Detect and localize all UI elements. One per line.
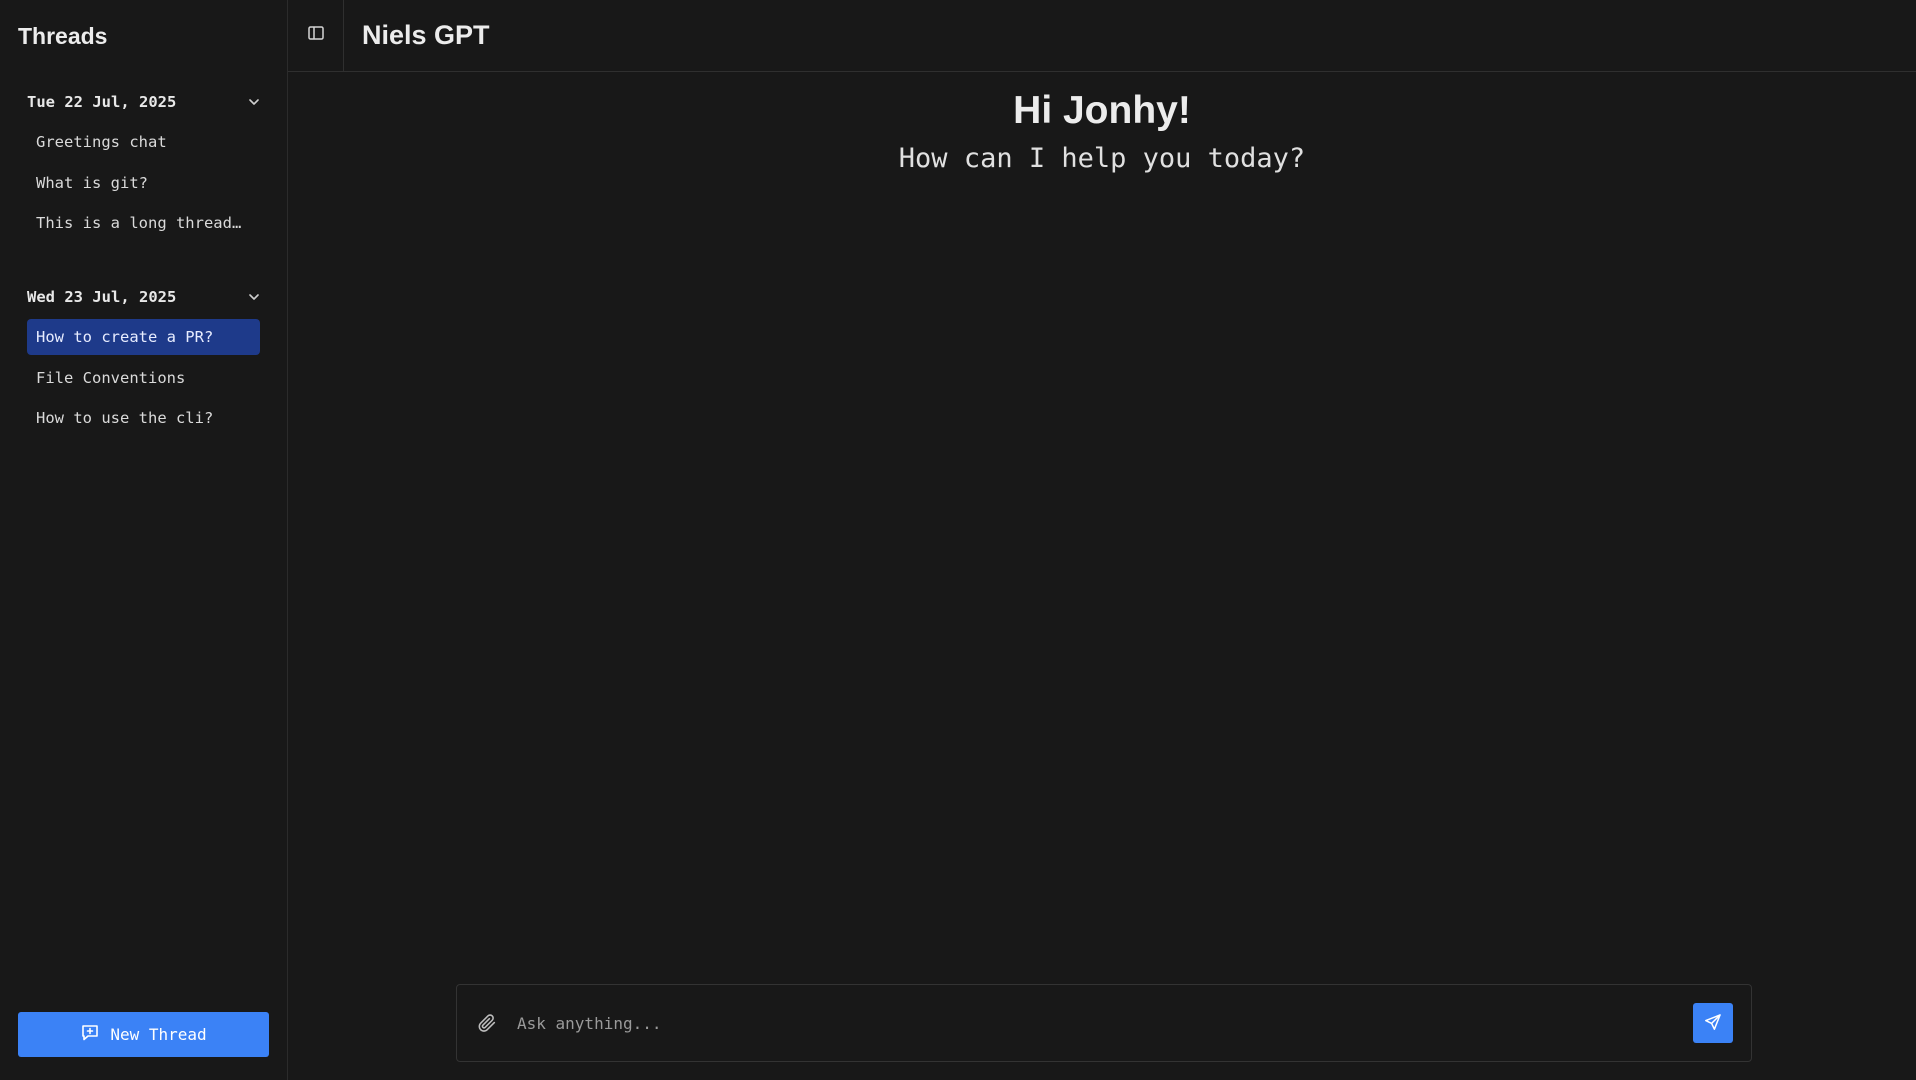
message-input[interactable]	[515, 1003, 1693, 1043]
chevron-down-icon[interactable]	[246, 94, 262, 110]
message-plus-icon	[80, 1023, 100, 1047]
greeting: Hi Jonhy! How can I help you today?	[288, 72, 1916, 174]
thread-groups: Tue 22 Jul, 2025 Greetings chat What is …	[0, 72, 287, 1012]
send-icon	[1704, 1013, 1722, 1034]
thread-item-create-pr[interactable]: How to create a PR?	[27, 319, 260, 355]
app-title: Niels GPT	[362, 20, 490, 50]
greeting-title: Hi Jonhy!	[1013, 89, 1191, 132]
thread-item-what-is-git[interactable]: What is git?	[27, 165, 260, 201]
chevron-down-icon[interactable]	[246, 289, 262, 305]
group-date: Tue 22 Jul, 2025	[27, 93, 177, 111]
group-header[interactable]: Tue 22 Jul, 2025	[27, 72, 260, 124]
thread-item-file-conventions[interactable]: File Conventions	[27, 360, 260, 396]
main: Niels GPT Hi Jonhy! How can I help you t…	[288, 0, 1916, 1080]
send-button[interactable]	[1693, 1003, 1733, 1043]
thread-group: Tue 22 Jul, 2025 Greetings chat What is …	[27, 72, 260, 241]
group-date: Wed 23 Jul, 2025	[27, 288, 177, 306]
topbar: Niels GPT	[288, 0, 1916, 72]
thread-item-greetings-chat[interactable]: Greetings chat	[27, 124, 260, 160]
new-thread-wrap: New Thread	[0, 1012, 287, 1080]
new-thread-label: New Thread	[110, 1025, 207, 1044]
new-thread-button[interactable]: New Thread	[18, 1012, 269, 1057]
greeting-subtitle: How can I help you today?	[898, 142, 1306, 174]
app: Threads Tue 22 Jul, 2025 Greetings chat …	[0, 0, 1916, 1080]
group-header[interactable]: Wed 23 Jul, 2025	[27, 267, 260, 319]
sidebar: Threads Tue 22 Jul, 2025 Greetings chat …	[0, 0, 288, 1080]
thread-item-use-cli[interactable]: How to use the cli?	[27, 400, 260, 436]
paperclip-icon[interactable]	[475, 1011, 499, 1035]
sidebar-toggle-icon	[307, 24, 325, 47]
sidebar-toggle-button[interactable]	[288, 0, 344, 72]
sidebar-title: Threads	[18, 22, 108, 49]
thread-group: Wed 23 Jul, 2025 How to create a PR? Fil…	[27, 267, 260, 436]
composer	[456, 984, 1752, 1062]
thread-item-long-thread[interactable]: This is a long thread…	[27, 205, 260, 241]
